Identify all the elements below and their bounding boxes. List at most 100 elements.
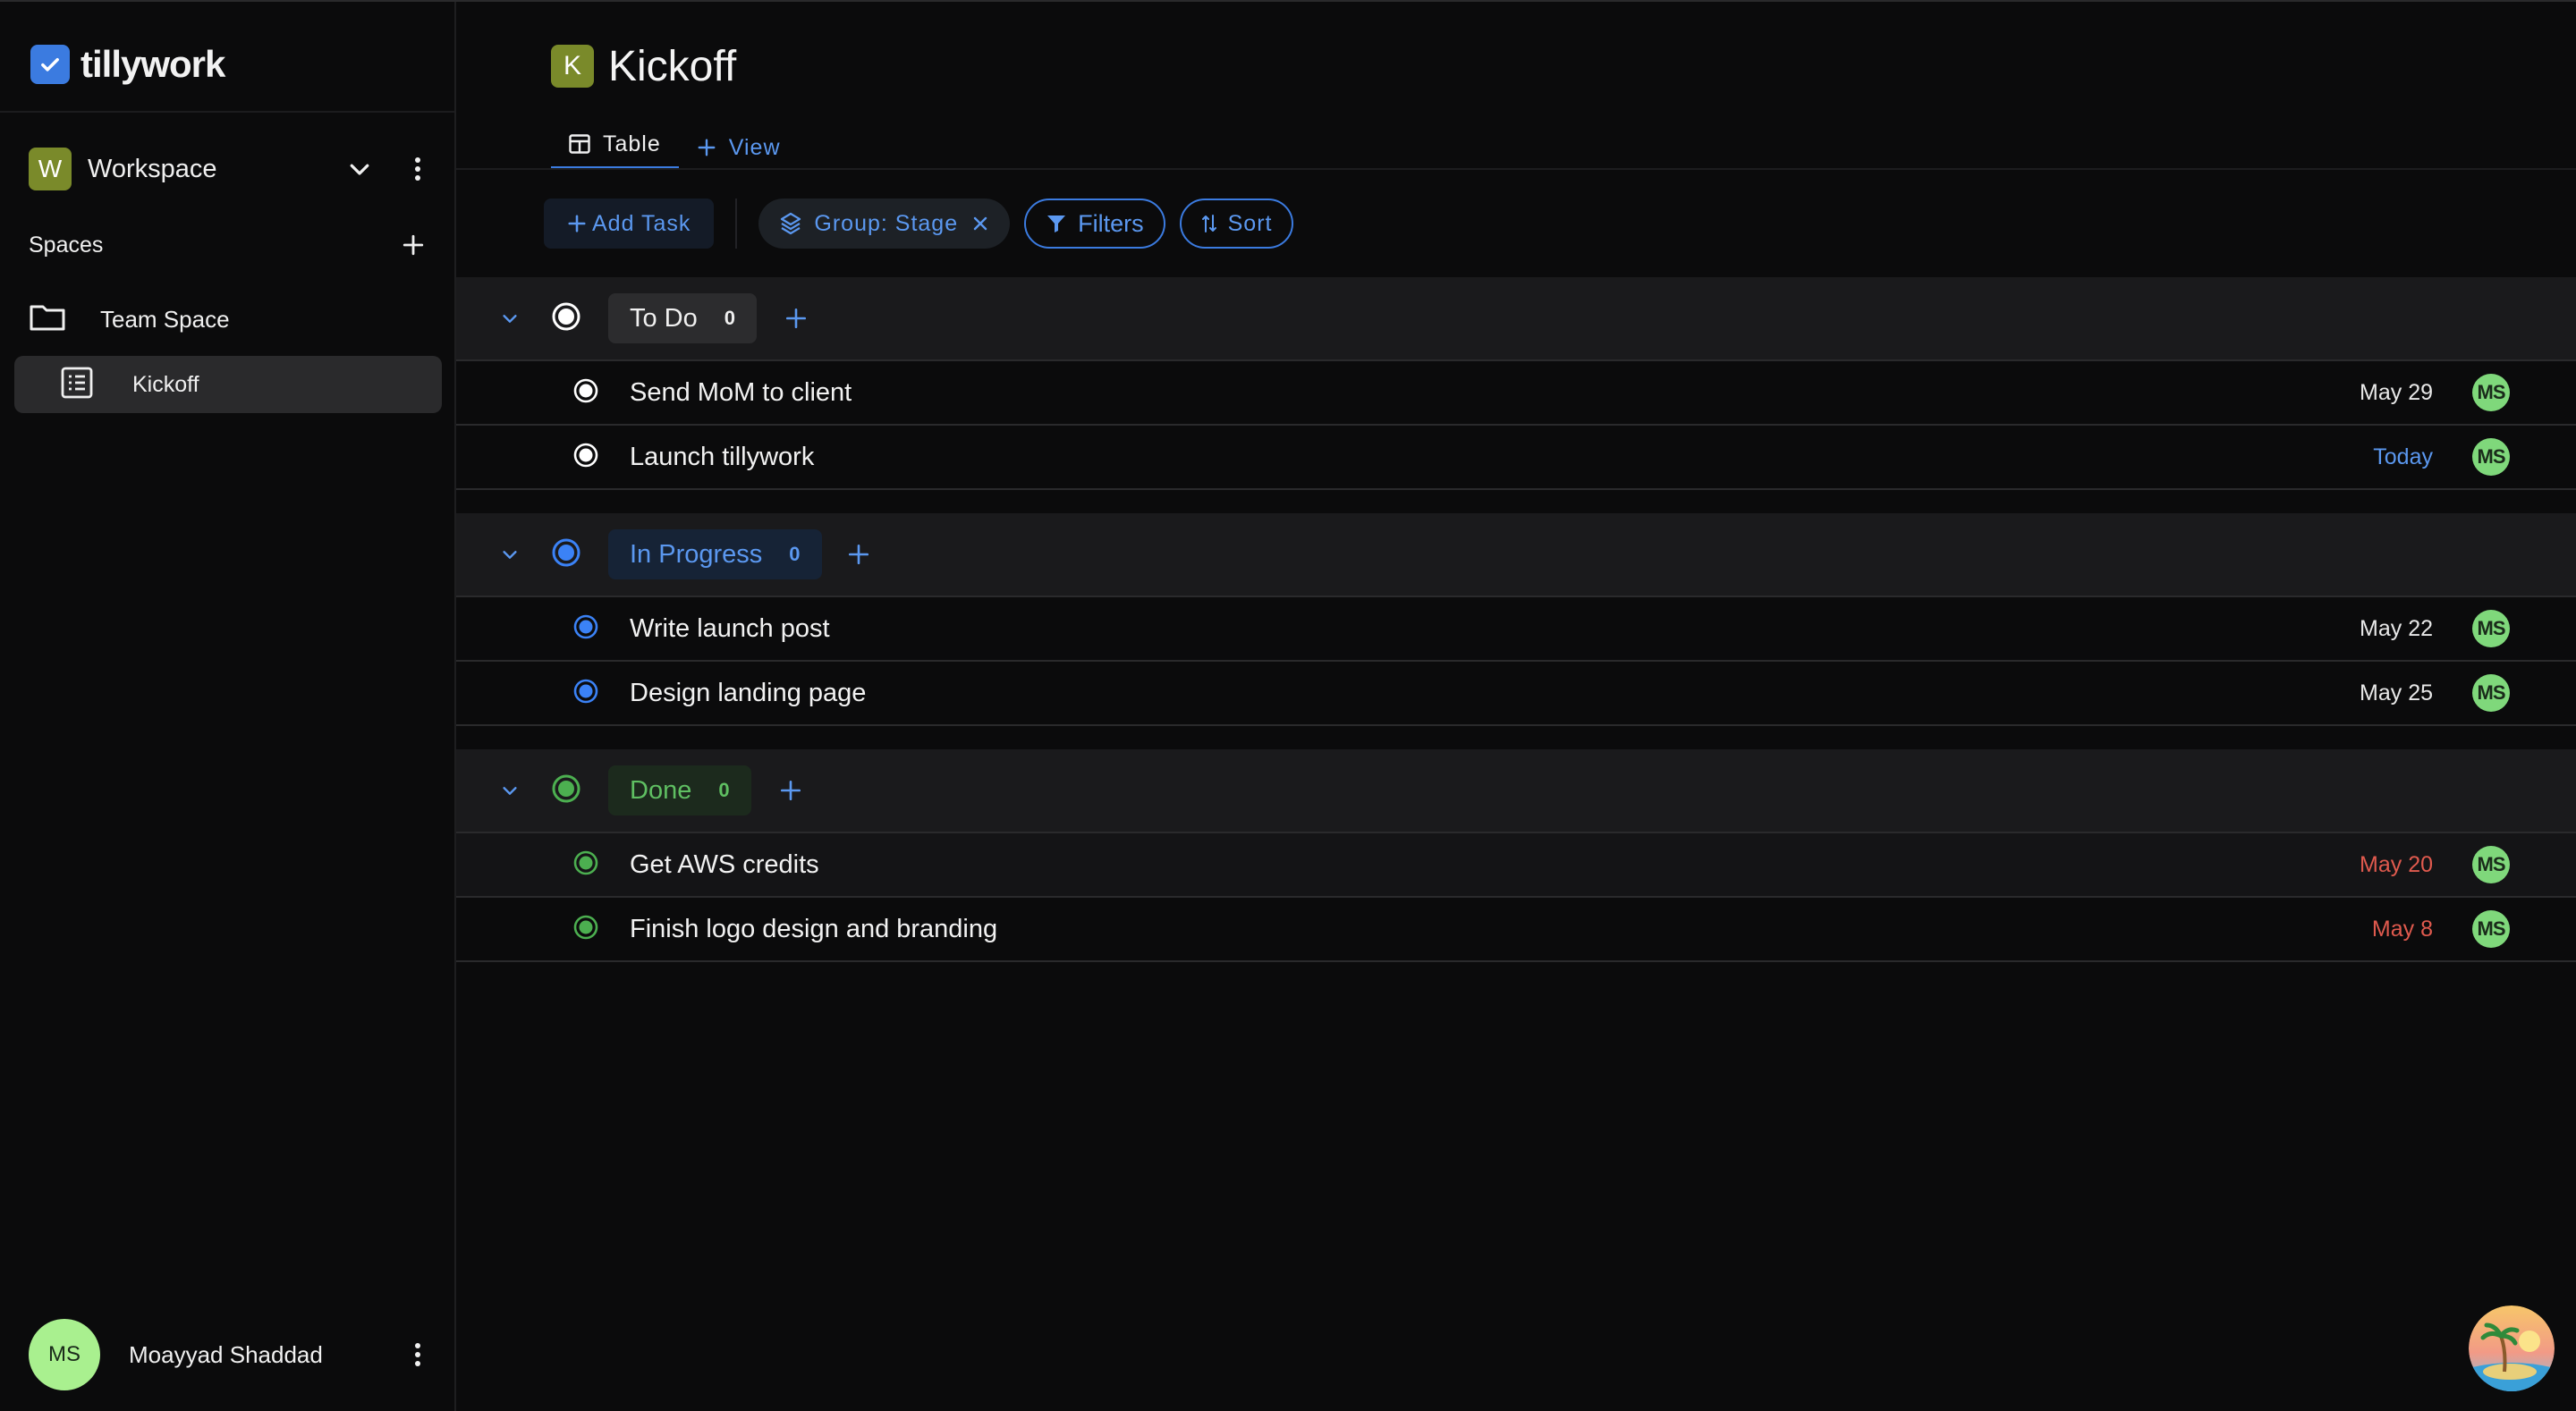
layers-icon <box>780 212 801 235</box>
toolbar: Add Task Group: Stage Filters Sort <box>544 199 1294 249</box>
status-circle-icon <box>551 537 581 572</box>
view-tabs: Table View <box>551 125 799 170</box>
status-circle-icon <box>551 301 581 336</box>
group-by-chip[interactable]: Group: Stage <box>758 199 1011 249</box>
chevron-down-icon[interactable] <box>496 540 524 569</box>
status-circle-icon <box>551 773 581 808</box>
group-label-pill[interactable]: To Do 0 <box>608 293 758 343</box>
task-due-date[interactable]: May 29 <box>2360 380 2433 406</box>
status-circle-icon[interactable] <box>572 377 599 409</box>
workspace-switcher[interactable]: W Workspace <box>29 147 431 191</box>
table-row[interactable]: Design landing page May 25 MS <box>456 662 2576 726</box>
chevron-down-icon[interactable] <box>342 151 377 187</box>
task-title[interactable]: Finish logo design and branding <box>630 915 997 944</box>
assignee-avatar[interactable]: MS <box>2472 846 2510 883</box>
table-row[interactable]: Launch tillywork Today MS <box>456 426 2576 490</box>
tab-table[interactable]: Table <box>551 125 679 170</box>
table-row[interactable]: Finish logo design and branding May 8 MS <box>456 898 2576 962</box>
app-root: tillywork W Workspace Spaces Team Space <box>0 0 2576 1411</box>
add-task-icon[interactable] <box>773 773 809 808</box>
add-space-icon[interactable] <box>395 227 431 263</box>
sort-label: Sort <box>1227 210 1273 236</box>
list-icon <box>61 367 93 403</box>
sort-icon <box>1201 214 1217 233</box>
add-task-label: Add Task <box>592 210 691 236</box>
task-title[interactable]: Launch tillywork <box>630 443 814 472</box>
assignee-avatar[interactable]: MS <box>2472 674 2510 712</box>
brand-name: tillywork <box>80 43 225 85</box>
workspace-menu-icon[interactable] <box>404 151 431 187</box>
sidebar: tillywork W Workspace Spaces Team Space <box>0 2 456 1411</box>
status-circle-icon[interactable] <box>572 914 599 945</box>
sort-button[interactable]: Sort <box>1179 199 1294 249</box>
tab-label: Table <box>603 131 661 156</box>
group-label-pill[interactable]: Done 0 <box>608 765 751 815</box>
filter-icon <box>1046 213 1067 234</box>
group-count: 0 <box>724 307 736 329</box>
assignee-avatar[interactable]: MS <box>2472 438 2510 476</box>
task-due-date[interactable]: May 22 <box>2360 616 2433 642</box>
folder-icon <box>29 302 66 337</box>
user-profile[interactable]: MS Moayyad Shaddad <box>29 1318 431 1391</box>
table-row[interactable]: Write launch post May 22 MS <box>456 597 2576 662</box>
task-title[interactable]: Get AWS credits <box>630 850 819 880</box>
plus-icon <box>568 215 586 232</box>
table-icon <box>569 134 590 154</box>
spaces-header: Spaces <box>29 227 431 263</box>
status-circle-icon[interactable] <box>572 613 599 645</box>
group-header-in-progress: In Progress 0 <box>456 513 2576 597</box>
group-header-done: Done 0 <box>456 749 2576 833</box>
tab-label: View <box>728 134 781 160</box>
assignee-avatar[interactable]: MS <box>2472 610 2510 647</box>
plus-icon <box>697 138 716 157</box>
assignee-avatar[interactable]: MS <box>2472 910 2510 948</box>
assistant-launcher[interactable] <box>2469 1305 2555 1391</box>
status-circle-icon[interactable] <box>572 849 599 881</box>
group-label: To Do <box>630 303 698 333</box>
user-name: Moayyad Shaddad <box>129 1340 323 1368</box>
list-badge: K <box>551 45 594 88</box>
brand-check-icon <box>30 45 70 84</box>
add-task-button[interactable]: Add Task <box>544 199 715 249</box>
workspace-avatar: W <box>29 148 72 190</box>
add-view-tab[interactable]: View <box>679 125 799 170</box>
sidebar-item-label: Team Space <box>100 305 230 333</box>
group-label-pill[interactable]: In Progress 0 <box>608 529 822 579</box>
sidebar-item-team-space[interactable]: Team Space <box>29 297 431 342</box>
group-count: 0 <box>789 543 801 565</box>
status-circle-icon[interactable] <box>572 678 599 709</box>
group-label: Done <box>630 775 692 805</box>
task-title[interactable]: Send MoM to client <box>630 378 852 408</box>
table-row[interactable]: Send MoM to client May 29 MS <box>456 361 2576 426</box>
brand[interactable]: tillywork <box>30 41 225 88</box>
main-content: K Kickoff Table View Add Task Group: Sta… <box>456 2 2576 1411</box>
group-header-todo: To Do 0 <box>456 277 2576 361</box>
task-due-date[interactable]: May 25 <box>2360 680 2433 706</box>
sidebar-divider <box>0 111 454 113</box>
add-task-icon[interactable] <box>778 300 814 336</box>
workspace-name: Workspace <box>88 154 217 183</box>
task-title[interactable]: Design landing page <box>630 679 866 708</box>
task-title[interactable]: Write launch post <box>630 614 830 644</box>
tabs-divider <box>456 168 2576 170</box>
chevron-down-icon[interactable] <box>496 304 524 333</box>
page-header: K Kickoff <box>551 41 736 91</box>
add-task-icon[interactable] <box>841 537 877 572</box>
task-due-date[interactable]: May 20 <box>2360 852 2433 878</box>
assignee-avatar[interactable]: MS <box>2472 374 2510 411</box>
user-menu-icon[interactable] <box>404 1337 431 1373</box>
table-row[interactable]: Get AWS credits May 20 MS <box>456 833 2576 898</box>
sidebar-item-label: Kickoff <box>132 371 199 397</box>
group-by-label: Group: Stage <box>814 210 959 236</box>
spaces-label: Spaces <box>29 232 104 258</box>
status-circle-icon[interactable] <box>572 442 599 473</box>
task-due-date[interactable]: May 8 <box>2372 917 2433 942</box>
task-due-date[interactable]: Today <box>2373 444 2433 470</box>
avatar: MS <box>29 1319 100 1390</box>
filters-label: Filters <box>1078 209 1144 237</box>
filters-button[interactable]: Filters <box>1024 199 1165 249</box>
sidebar-item-kickoff[interactable]: Kickoff <box>14 356 442 413</box>
close-icon[interactable] <box>972 215 988 232</box>
toolbar-divider <box>735 199 738 249</box>
chevron-down-icon[interactable] <box>496 776 524 805</box>
